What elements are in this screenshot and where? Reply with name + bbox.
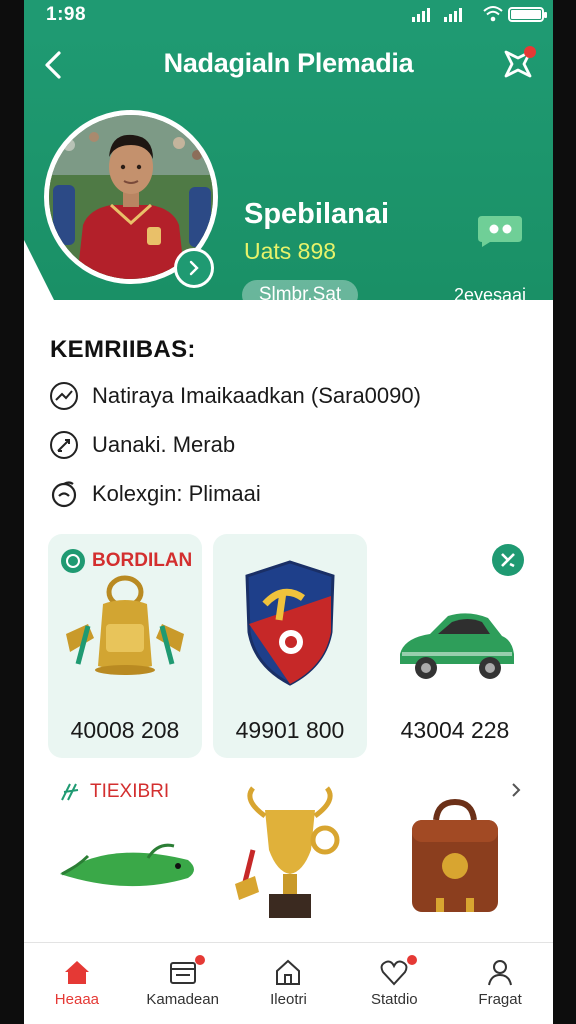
- info-row-stat: Natiraya Imaikaadkan (Sara0090): [48, 380, 421, 412]
- nav-favorites[interactable]: Statdio: [341, 943, 447, 1024]
- signal-icon: [444, 8, 462, 22]
- bell-icon: [66, 575, 184, 675]
- inbox-icon: [169, 962, 196, 984]
- bottom-nav: Heaaa Kamadean Ileotri Statdio Fragat: [24, 942, 553, 1024]
- notification-dot: [524, 46, 536, 58]
- bag-icon: [412, 798, 498, 912]
- signal-icon: [412, 8, 430, 22]
- car-icon: [400, 613, 514, 679]
- status-chip[interactable]: Slmbr.Sat: [242, 280, 358, 310]
- collection-icon: [48, 478, 80, 510]
- wifi-icon: [483, 6, 503, 22]
- edit-icon: [501, 553, 515, 568]
- user-icon: [488, 960, 513, 986]
- card-price: 40008 208: [70, 717, 180, 743]
- row-label: TIEXIBRI: [58, 780, 169, 804]
- tag-icon: [61, 783, 79, 801]
- section-title: KEMRIIBAS:: [50, 336, 196, 363]
- profile-header: Nadagialn Plemadia Spebilanai Uats 898 S…: [24, 30, 553, 310]
- menu-button[interactable]: [498, 44, 538, 84]
- nav-profile[interactable]: Fragat: [447, 943, 553, 1024]
- collection-item[interactable]: TIEXIBRI: [48, 770, 202, 940]
- info-row-collection: Kolexgin: Plimaai: [48, 478, 261, 510]
- heart-icon: [380, 960, 408, 986]
- chat-button[interactable]: [476, 214, 524, 248]
- collection-card[interactable]: 43004 228: [378, 534, 532, 758]
- nav-home[interactable]: Heaaa: [24, 943, 130, 1024]
- collection-item[interactable]: [378, 770, 532, 940]
- status-bar: 1:98: [24, 0, 553, 30]
- badge-icon: [61, 549, 85, 573]
- card-label: BORDILAN: [60, 548, 192, 574]
- nav-house[interactable]: Ileotri: [236, 943, 342, 1024]
- fish-icon: [60, 843, 194, 887]
- trophy-icon: [235, 786, 340, 918]
- status-time: 1:98: [46, 4, 87, 25]
- info-text: Natiraya Imaikaadkan (Sara0090): [92, 383, 421, 408]
- house-icon: [276, 959, 301, 985]
- info-text: Uanaki. Merab: [92, 432, 236, 457]
- side-text: 2eyesaai: [454, 285, 527, 305]
- trend-icon: [48, 380, 80, 412]
- home-icon: [64, 961, 89, 984]
- avatar-edit-button[interactable]: [174, 248, 214, 288]
- collection-item[interactable]: [213, 770, 367, 940]
- page-title: Nadagialn Plemadia: [163, 48, 414, 78]
- shield-crest-icon: [245, 560, 335, 686]
- nav-inbox[interactable]: Kamadean: [130, 943, 236, 1024]
- battery-icon: [508, 7, 547, 22]
- collection-card[interactable]: BORDILAN 40008 208: [48, 534, 202, 758]
- chevron-right-icon: [189, 260, 199, 276]
- card-badge: [492, 544, 524, 576]
- card-price: 43004 228: [400, 717, 510, 743]
- pen-icon: [48, 429, 80, 461]
- phone-screen: 1:98 Nadagialn Plemadia Spebilanai Uats …: [24, 0, 553, 1024]
- card-price: 49901 800: [235, 717, 345, 743]
- info-text: Kolexgin: Plimaai: [92, 481, 261, 506]
- chat-bubble-icon: [478, 216, 522, 247]
- collection-card[interactable]: 49901 800: [213, 534, 367, 758]
- profile-subtitle: Uats 898: [244, 238, 337, 264]
- info-row-team: Uanaki. Merab: [48, 429, 235, 461]
- profile-name: Spebilanai: [244, 198, 390, 230]
